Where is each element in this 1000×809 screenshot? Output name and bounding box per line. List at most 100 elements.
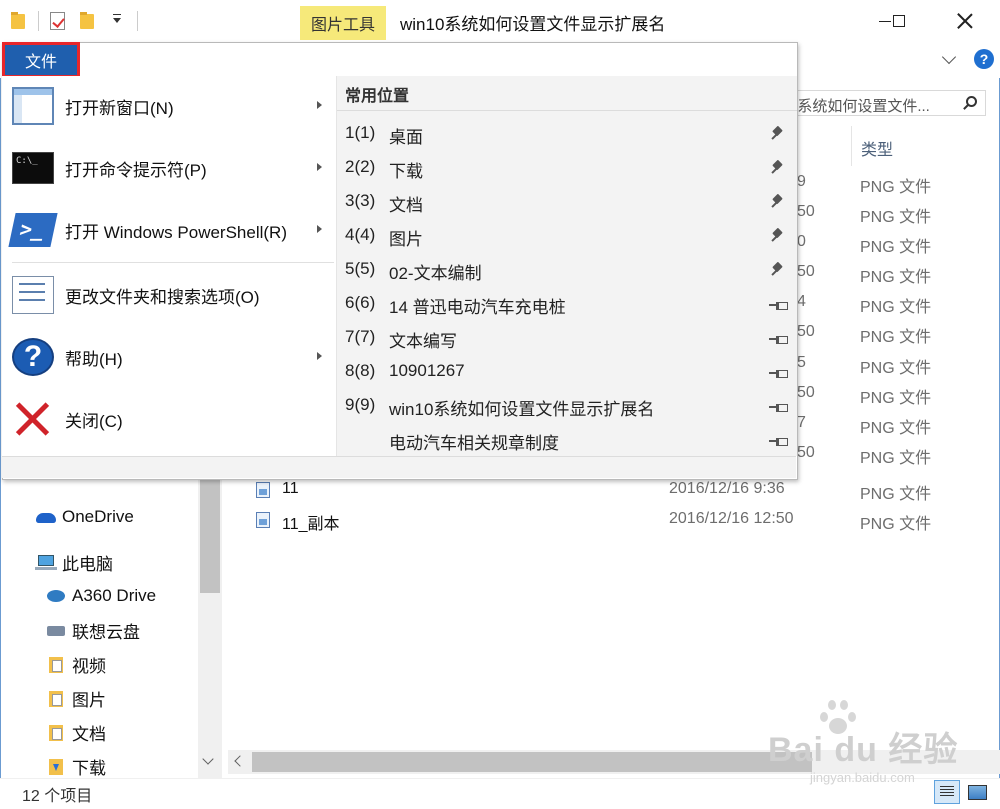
place-number: 9(9) [345, 395, 376, 414]
customize-toolbar-dropdown-icon[interactable] [107, 10, 129, 32]
nav-item-label: OneDrive [62, 507, 134, 526]
frequent-place-item[interactable]: 4(4) 图片 [337, 218, 797, 252]
frequent-place-item[interactable]: 3(3) 文档 [337, 184, 797, 218]
frequent-place-item[interactable]: 2(2) 下载 [337, 150, 797, 184]
nav-item-videos[interactable]: 视频 [46, 650, 106, 678]
place-number: 6(6) [345, 293, 376, 312]
large-icons-view-icon[interactable] [964, 780, 990, 804]
frequent-place-item[interactable]: 5(5) 02-文本编制 [337, 252, 797, 286]
place-number: 1(1) [345, 123, 376, 142]
nav-item-label: 图片 [72, 690, 106, 710]
place-name: 下载 [389, 162, 423, 181]
place-name: 14 普迅电动汽车充电桩 [389, 298, 566, 317]
frequent-place-item[interactable]: 9(9) win10系统如何设置文件显示扩展名 [337, 388, 797, 422]
file-menu-footer [2, 456, 796, 478]
frequent-place-item[interactable]: 1(1) 桌面 [337, 116, 797, 150]
menu-item-open-command-prompt[interactable]: 打开命令提示符(P) [2, 138, 336, 198]
pane-divider [337, 110, 797, 111]
column-header-type[interactable]: 类型 [851, 126, 893, 166]
nav-item-label: 此电脑 [62, 554, 113, 574]
onedrive-icon [36, 507, 58, 527]
menu-item-label: 帮助(H) [65, 350, 123, 369]
place-name: 02-文本编制 [389, 264, 482, 283]
folder-icon [8, 10, 30, 32]
place-number: 4(4) [345, 225, 376, 244]
frequent-place-item[interactable]: 8(8) 10901267 [337, 354, 797, 388]
horizontal-scroll-thumb[interactable] [252, 752, 812, 772]
computer-icon [35, 552, 58, 572]
submenu-arrow-icon [317, 352, 322, 360]
search-icon[interactable] [966, 96, 977, 107]
nav-item-onedrive[interactable]: OneDrive [36, 503, 134, 531]
unpinned-icon[interactable] [769, 370, 788, 378]
maximize-button[interactable] [876, 0, 922, 42]
nav-item-label: 文档 [72, 724, 106, 744]
downloads-folder-icon [46, 756, 68, 776]
menu-item-label: 更改文件夹和搜索选项(O) [65, 288, 260, 307]
submenu-arrow-icon [317, 163, 322, 171]
menu-item-open-powershell[interactable]: 打开 Windows PowerShell(R) [2, 200, 336, 260]
file-type: PNG 文件 [860, 179, 932, 196]
maximize-icon [893, 15, 905, 27]
menu-item-folder-options[interactable]: 更改文件夹和搜索选项(O) [2, 265, 336, 325]
nav-item-label: A360 Drive [72, 586, 157, 605]
nav-pane-scroll-thumb[interactable] [200, 479, 220, 593]
nav-item-this-pc[interactable]: 此电脑 [35, 548, 113, 576]
menu-item-close[interactable]: 关闭(C) [2, 389, 336, 449]
frequent-place-item[interactable]: 电动汽车相关规章制度 [337, 422, 797, 456]
place-name: 桌面 [389, 128, 423, 147]
pinned-icon[interactable] [771, 263, 781, 275]
submenu-arrow-icon [317, 101, 322, 109]
file-type: PNG 文件 [860, 209, 932, 226]
close-icon [12, 400, 52, 440]
pinned-icon[interactable] [771, 229, 781, 241]
file-date-partial: 5 [797, 354, 806, 371]
videos-folder-icon [46, 654, 68, 674]
place-number: 3(3) [345, 191, 376, 210]
close-window-button[interactable] [942, 0, 988, 42]
submenu-arrow-icon [317, 225, 322, 233]
nav-item-downloads[interactable]: 下载 [46, 752, 106, 780]
details-view-icon[interactable] [934, 780, 960, 804]
picture-tools-context-tab[interactable]: 图片工具 [300, 6, 386, 40]
file-type: PNG 文件 [860, 239, 932, 256]
file-date-partial: 9 [797, 173, 806, 190]
frequent-place-item[interactable]: 7(7) 文本编写 [337, 320, 797, 354]
help-icon[interactable]: ? [974, 49, 994, 69]
file-date-partial: 50 [797, 384, 815, 401]
nav-item-lenovo-cloud[interactable]: 联想云盘 [46, 616, 140, 644]
table-row[interactable]: 11_副本 2016/12/16 12:50 PNG 文件 [228, 505, 1000, 535]
unpinned-icon[interactable] [769, 302, 788, 310]
menu-item-open-new-window[interactable]: 打开新窗口(N) [2, 76, 336, 136]
file-name: 11 [282, 480, 299, 497]
title-bar: 图片工具 win10系统如何设置文件显示扩展名 [0, 0, 1000, 42]
menu-item-help[interactable]: ? 帮助(H) [2, 327, 336, 387]
nav-item-label: 视频 [72, 656, 106, 676]
pinned-icon[interactable] [771, 195, 781, 207]
frequent-place-item[interactable]: 6(6) 14 普迅电动汽车充电桩 [337, 286, 797, 320]
pinned-icon[interactable] [771, 161, 781, 173]
file-tab[interactable]: 文件 [2, 42, 80, 78]
png-file-icon [256, 482, 270, 498]
file-date: 2016/12/16 12:50 [669, 510, 794, 527]
nav-item-documents[interactable]: 文档 [46, 718, 106, 746]
unpinned-icon[interactable] [769, 438, 788, 446]
place-name: 电动汽车相关规章制度 [389, 434, 559, 453]
new-folder-icon[interactable] [77, 10, 99, 32]
search-box[interactable]: 0系统如何设置文件... [780, 90, 986, 116]
place-name: 文档 [389, 196, 423, 215]
frequent-places-title: 常用位置 [345, 88, 410, 105]
unpinned-icon[interactable] [769, 336, 788, 344]
nav-item-a360-drive[interactable]: A360 Drive [46, 582, 156, 610]
unpinned-icon[interactable] [769, 404, 788, 412]
properties-icon[interactable] [47, 10, 69, 32]
nav-item-label: 下载 [72, 758, 106, 778]
powershell-icon [8, 213, 58, 247]
search-input[interactable]: 0系统如何设置文件... [789, 95, 955, 116]
pinned-icon[interactable] [771, 127, 781, 139]
nav-item-pictures[interactable]: 图片 [46, 684, 106, 712]
folder-options-icon [12, 276, 54, 314]
watermark-url: jingyan.baidu.com [810, 770, 915, 785]
file-type: PNG 文件 [860, 420, 932, 437]
file-type: PNG 文件 [860, 450, 932, 467]
